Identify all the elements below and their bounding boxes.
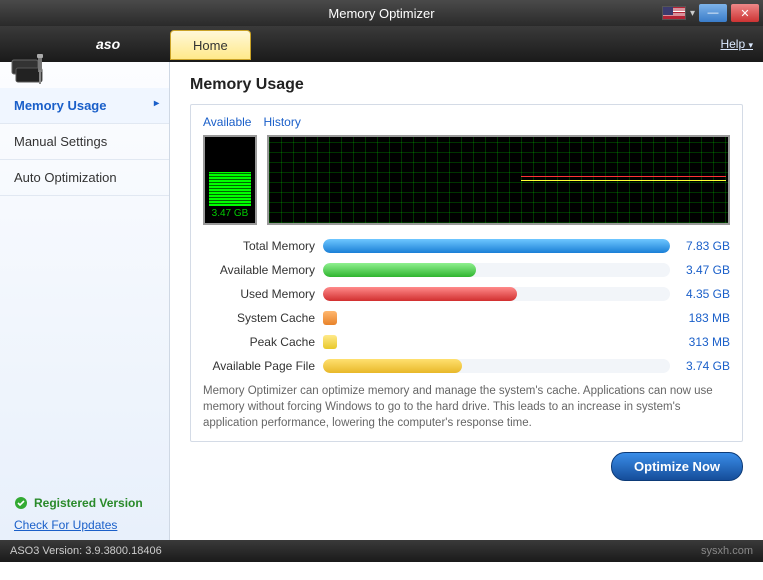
help-link[interactable]: Help ▾ xyxy=(720,37,753,51)
metric-label: Available Page File xyxy=(203,359,323,373)
metric-label: Peak Cache xyxy=(203,335,323,349)
metric-value: 3.47 GB xyxy=(670,263,730,277)
metric-label: Available Memory xyxy=(203,263,323,277)
metric-row-used-memory: Used Memory 4.35 GB xyxy=(203,287,730,301)
metric-bar xyxy=(323,239,670,253)
metric-row-system-cache: System Cache 183 MB xyxy=(203,311,730,325)
sidebar-item-auto-optimization[interactable]: Auto Optimization xyxy=(0,160,169,196)
metric-bar xyxy=(323,287,670,301)
history-line-used xyxy=(521,176,726,177)
toolbar: aso Home Help ▾ xyxy=(0,26,763,62)
metric-bar xyxy=(323,359,670,373)
tab-home[interactable]: Home xyxy=(170,30,251,60)
metric-label: Total Memory xyxy=(203,239,323,253)
history-graph xyxy=(267,135,730,225)
language-dropdown-icon[interactable]: ▾ xyxy=(690,8,695,19)
tab-home-label: Home xyxy=(193,38,228,53)
sidebar-item-manual-settings[interactable]: Manual Settings xyxy=(0,124,169,160)
optimize-button[interactable]: Optimize Now xyxy=(611,452,743,481)
metric-label: System Cache xyxy=(203,311,323,325)
metric-value: 4.35 GB xyxy=(670,287,730,301)
version-text: ASO3 Version: 3.9.3800.18406 xyxy=(10,545,162,557)
page-title: Memory Usage xyxy=(190,76,743,94)
metric-value: 7.83 GB xyxy=(670,239,730,253)
main-content: Memory Usage Available History 3.47 GB T… xyxy=(170,62,763,540)
metric-row-peak-cache: Peak Cache 313 MB xyxy=(203,335,730,349)
metric-row-available-memory: Available Memory 3.47 GB xyxy=(203,263,730,277)
metric-value: 183 MB xyxy=(670,311,730,325)
description-text: Memory Optimizer can optimize memory and… xyxy=(203,383,730,431)
gauge-value: 3.47 GB xyxy=(212,208,249,219)
metric-label: Used Memory xyxy=(203,287,323,301)
statusbar: ASO3 Version: 3.9.3800.18406 sysxh.com xyxy=(0,540,763,562)
registered-status: Registered Version xyxy=(14,496,155,510)
close-button[interactable]: ✕ xyxy=(731,4,759,22)
metric-dot-icon xyxy=(323,335,337,349)
brand-text: aso xyxy=(96,36,120,52)
metric-row-total-memory: Total Memory 7.83 GB xyxy=(203,239,730,253)
metric-value: 3.74 GB xyxy=(670,359,730,373)
minimize-button[interactable]: — xyxy=(699,4,727,22)
metric-row-available-page-file: Available Page File 3.74 GB xyxy=(203,359,730,373)
memory-panel: Available History 3.47 GB Total Memory 7.… xyxy=(190,104,743,442)
panel-tab-available[interactable]: Available xyxy=(203,115,251,129)
language-flag-icon[interactable] xyxy=(662,6,686,20)
chevron-down-icon: ▾ xyxy=(748,40,753,50)
watermark: sysxh.com xyxy=(701,545,753,557)
window-title: Memory Optimizer xyxy=(328,6,434,21)
sidebar-item-memory-usage[interactable]: Memory Usage xyxy=(0,88,169,124)
memory-gauge: 3.47 GB xyxy=(203,135,257,225)
check-updates-link[interactable]: Check For Updates xyxy=(14,518,155,532)
metric-value: 313 MB xyxy=(670,335,730,349)
titlebar: Memory Optimizer ▾ — ✕ xyxy=(0,0,763,26)
metric-bar xyxy=(323,263,670,277)
sidebar: Memory UsageManual SettingsAuto Optimiza… xyxy=(0,62,170,540)
metric-dot-icon xyxy=(323,311,337,325)
check-icon xyxy=(14,496,28,510)
panel-tab-history[interactable]: History xyxy=(263,115,300,129)
history-line-cache xyxy=(521,180,726,181)
